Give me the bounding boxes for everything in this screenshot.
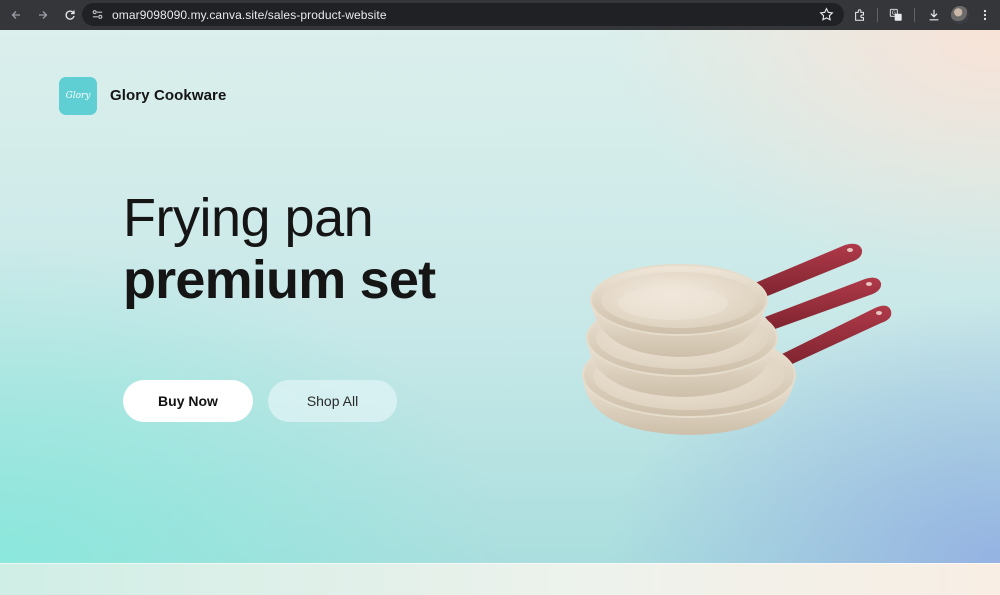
download-icon[interactable] [924,5,944,25]
forward-arrow-icon[interactable] [32,4,54,26]
shop-all-button[interactable]: Shop All [268,380,397,422]
translate-icon[interactable]: G [886,5,906,25]
hero-title-line2: premium set [123,250,436,310]
extensions-icon[interactable] [850,5,870,25]
logo-text: Glory [65,91,91,101]
address-bar[interactable]: omar9098090.my.canva.site/sales-product-… [82,3,844,26]
profile-avatar[interactable] [951,6,969,24]
svg-text:G: G [892,11,896,17]
buy-now-button[interactable]: Buy Now [123,380,253,422]
hero-title-line1: Frying pan [123,188,374,248]
toolbar-divider [914,8,915,22]
browser-toolbar: omar9098090.my.canva.site/sales-product-… [0,0,1000,30]
brand-name[interactable]: Glory Cookware [110,87,226,104]
toolbar-divider [877,8,878,22]
site-info-icon[interactable] [88,6,106,24]
hero-section: Glory Glory Cookware Frying pan premium … [0,30,1000,563]
next-section-edge [0,563,1000,595]
frying-pan-set-image [582,243,892,435]
bookmark-star-icon[interactable] [819,7,834,22]
kebab-menu-icon[interactable] [975,5,995,25]
back-arrow-icon[interactable] [5,4,27,26]
url-text[interactable]: omar9098090.my.canva.site/sales-product-… [112,8,387,22]
brand-logo[interactable]: Glory [59,77,97,115]
reload-icon[interactable] [59,4,81,26]
